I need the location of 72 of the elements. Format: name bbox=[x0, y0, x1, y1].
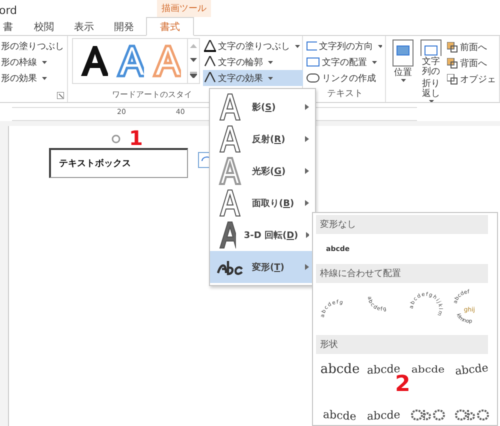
warp-shape-sample[interactable]: abcde bbox=[367, 408, 401, 422]
ribbon-tab[interactable]: 校閲 bbox=[24, 17, 64, 36]
text-tool-button[interactable]: 文字の配置 bbox=[305, 54, 385, 70]
menu-item[interactable]: 反射(R) bbox=[210, 123, 315, 155]
link-icon bbox=[306, 72, 320, 84]
ribbon-tab[interactable]: 書 bbox=[0, 17, 24, 36]
caret-icon bbox=[295, 44, 300, 48]
warp-shape-sample[interactable]: abcde bbox=[454, 361, 490, 378]
arrange-small-button[interactable]: オブジェ bbox=[446, 71, 499, 87]
caret-icon bbox=[42, 76, 47, 80]
warp-shape-sample[interactable]: abcde bbox=[323, 407, 357, 423]
layers-icon bbox=[447, 42, 458, 52]
wrap-text-icon bbox=[420, 39, 442, 56]
group-label: ワードアートのスタイ bbox=[112, 89, 192, 101]
ribbon-tab[interactable]: 書式 bbox=[146, 17, 194, 36]
text-style-button[interactable]: 文字の輪郭 bbox=[203, 54, 303, 70]
submenu-arrow-icon bbox=[305, 264, 309, 270]
menu-item[interactable]: 光彩(G) bbox=[210, 155, 315, 187]
caret-icon bbox=[378, 44, 382, 48]
letter-a-icon bbox=[204, 56, 216, 68]
text-style-button[interactable]: 文字の塗りつぶし bbox=[203, 38, 303, 54]
layers-icon bbox=[447, 74, 458, 84]
contextual-tab-label: 描画ツール bbox=[157, 0, 212, 17]
arrange-small-button[interactable]: 前面へ bbox=[446, 39, 499, 55]
submenu-arrow-icon bbox=[305, 104, 309, 110]
distorted-text-icon[interactable] bbox=[410, 407, 446, 423]
gallery-scroll-bar[interactable] bbox=[187, 39, 200, 83]
arrange-button[interactable]: 文字列の 折り返し bbox=[418, 39, 444, 102]
distorted-text-icon[interactable] bbox=[454, 407, 490, 423]
menu-item[interactable]: 3-D 回転(D) bbox=[210, 219, 315, 251]
submenu-arrow-icon bbox=[306, 232, 309, 238]
menu-item[interactable]: 変形(T) bbox=[210, 251, 315, 283]
align-text-icon bbox=[306, 56, 320, 68]
shape-style-button[interactable]: 形の枠線 bbox=[0, 54, 67, 70]
submenu-arrow-icon bbox=[305, 168, 309, 174]
caret-icon bbox=[268, 76, 273, 80]
warp-shape-sample[interactable]: abcde bbox=[411, 364, 445, 376]
caret-icon bbox=[372, 60, 377, 64]
letter-a-icon bbox=[204, 72, 216, 84]
submenu-arrow-icon bbox=[305, 136, 309, 142]
arrange-small-button[interactable]: 背面へ bbox=[446, 55, 499, 71]
annotation-number: 2 bbox=[395, 374, 410, 396]
text-style-button[interactable]: 文字の効果 bbox=[203, 70, 303, 86]
layers-icon bbox=[447, 58, 458, 68]
wordart-gallery[interactable] bbox=[72, 38, 200, 84]
letter-a-icon bbox=[204, 40, 216, 52]
shape-style-button[interactable]: 形の効果 bbox=[0, 70, 67, 86]
shape-style-button[interactable]: 形の塗りつぶし bbox=[0, 38, 67, 54]
position-icon bbox=[392, 39, 414, 67]
submenu-arrow-icon bbox=[305, 200, 309, 206]
text-box[interactable]: テキストボックス bbox=[49, 148, 188, 178]
menu-item[interactable]: 影(S) bbox=[210, 91, 315, 123]
ribbon-tab[interactable]: 開発 bbox=[104, 17, 144, 36]
text-tool-button[interactable]: リンクの作成 bbox=[305, 70, 385, 86]
rotate-handle-icon[interactable] bbox=[111, 134, 121, 144]
text-direction-icon bbox=[306, 40, 318, 52]
menu-item[interactable]: 面取り(B) bbox=[210, 187, 315, 219]
dialog-launcher-icon[interactable] bbox=[57, 92, 64, 99]
caret-icon bbox=[268, 60, 273, 64]
arrange-button[interactable]: 位置 bbox=[390, 39, 416, 102]
caret-icon bbox=[42, 60, 47, 64]
caret-icon bbox=[400, 79, 406, 82]
annotation-number: 1 bbox=[129, 128, 143, 148]
ribbon-tab[interactable]: 表示 bbox=[64, 17, 104, 36]
group-label: テキスト bbox=[327, 88, 363, 101]
letter-a-icon bbox=[216, 156, 244, 186]
warp-shape-sample[interactable]: abcde bbox=[320, 362, 360, 377]
section-header: 変形なし bbox=[316, 215, 488, 234]
section-header: 枠線に合わせて配置 bbox=[316, 264, 488, 283]
section-header: 形状 bbox=[316, 335, 488, 354]
text-tool-button[interactable]: 文字列の方向 bbox=[305, 38, 385, 54]
caret-icon bbox=[428, 100, 434, 102]
